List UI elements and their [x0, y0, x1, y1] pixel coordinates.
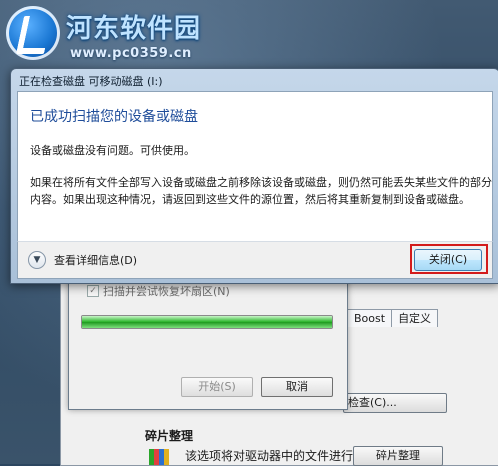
dialog-content: 已成功扫描您的设备或磁盘 设备或磁盘没有问题。可供使用。 如果在将所有文件全部写… [17, 91, 493, 242]
close-button[interactable]: 关闭(C) [414, 249, 482, 271]
scan-result-dialog: 正在检查磁盘 可移动磁盘 (I:) 已成功扫描您的设备或磁盘 设备或磁盘没有问题… [10, 68, 498, 284]
defrag-group-label: 碎片整理 [145, 429, 194, 443]
start-button[interactable]: 开始(S) [181, 377, 253, 397]
scan-progress-window: ✓ 扫描并尝试恢复坏扇区(N) 开始(S) 取消 [68, 272, 348, 410]
defrag-button[interactable]: 碎片整理 [353, 446, 443, 466]
defrag-icon [149, 449, 169, 465]
watermark-url: www.pc0359.cn [70, 46, 192, 61]
properties-tabs: Boost 自定义 [347, 309, 439, 327]
check-now-button[interactable]: 检查(C)... [343, 393, 447, 413]
status-message: 设备或磁盘没有问题。可供使用。 [30, 144, 195, 157]
scan-option-label: 扫描并尝试恢复坏扇区(N) [103, 285, 230, 298]
chevron-down-icon[interactable]: ▼ [28, 251, 46, 269]
dialog-footer: ▼ 查看详细信息(D) 关闭(C) [17, 241, 493, 279]
cancel-button[interactable]: 取消 [261, 377, 333, 397]
dialog-title: 正在检查磁盘 可移动磁盘 (I:) [19, 75, 163, 88]
scan-progress-fill [82, 316, 332, 328]
warning-message: 如果在将所有文件全部写入设备或磁盘之前移除该设备或磁盘，则仍然可能丢失某些文件的… [30, 176, 492, 206]
scan-option: ✓ 扫描并尝试恢复坏扇区(N) [87, 283, 230, 299]
scan-option-checkbox[interactable]: ✓ [87, 285, 99, 297]
details-toggle[interactable]: ▼ 查看详细信息(D) [28, 251, 137, 269]
tab-customize[interactable]: 自定义 [391, 309, 439, 327]
watermark-title: 河东软件园 [66, 14, 202, 44]
dialog-heading: 已成功扫描您的设备或磁盘 [30, 109, 198, 125]
watermark-logo-icon [6, 6, 60, 60]
tab-boost[interactable]: Boost [347, 309, 393, 327]
scan-progress-bar [81, 315, 333, 329]
details-label: 查看详细信息(D) [54, 254, 138, 267]
